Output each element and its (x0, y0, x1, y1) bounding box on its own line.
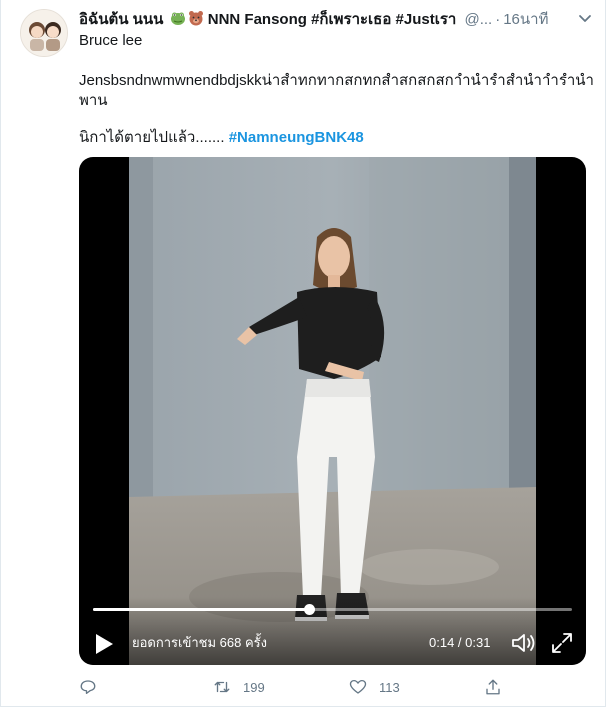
avatar[interactable] (20, 9, 68, 57)
share-icon (486, 679, 500, 695)
tweet-time[interactable]: 16นาที (503, 11, 548, 28)
progress-fill (93, 608, 309, 611)
video-frame (129, 157, 536, 665)
separator-dot: · (495, 11, 501, 28)
tweet-text-line: Jensbsndnwmwnendbdjskkน่าสำทกทากสกทกสำสก… (79, 72, 594, 89)
like-count: 113 (379, 679, 400, 695)
like-icon (349, 679, 367, 694)
progress-knob[interactable] (303, 604, 315, 615)
hashtag-link[interactable]: #NamneungBNK48 (229, 129, 364, 146)
video-player[interactable]: ยอดการเข้าชม 668 ครั้ง 0:14 / 0:31 (79, 157, 586, 665)
like-button[interactable]: 113 (349, 676, 400, 698)
fullscreen-icon[interactable] (550, 631, 574, 655)
caret-down-icon[interactable] (575, 8, 595, 28)
tweet-text-line: พาน (79, 92, 108, 109)
tweet-text-line: Bruce lee (79, 32, 143, 49)
frog-emoji-icon (170, 10, 186, 26)
tweet-text: นิกาได้ตายไปแล้ว....... (79, 129, 225, 146)
view-count: ยอดการเข้าชม 668 ครั้ง (132, 635, 267, 650)
retweet-count: 199 (243, 679, 265, 695)
video-progress-bar[interactable] (93, 604, 572, 615)
retweet-button[interactable]: 199 (213, 676, 265, 698)
tweet-header: อิฉันต้น นนน NNN Fansong #ก็เพราะเธอ #Ju… (79, 10, 595, 30)
play-icon[interactable] (94, 632, 114, 656)
tweet-text-line: นิกาได้ตายไปแล้ว....... #NamneungBNK48 (79, 128, 364, 148)
reply-icon (80, 680, 96, 695)
volume-icon[interactable] (511, 631, 537, 655)
bear-emoji-icon (188, 10, 204, 26)
reply-button[interactable] (79, 676, 109, 698)
retweet-icon (214, 681, 230, 693)
author-name[interactable]: อิฉันต้น นนน (79, 11, 163, 28)
tweet-card: อิฉันต้น นนน NNN Fansong #ก็เพราะเธอ #Ju… (0, 0, 606, 707)
author-name-rest[interactable]: NNN Fansong #ก็เพราะเธอ #Justเรา (208, 11, 457, 28)
share-button[interactable] (484, 676, 514, 698)
video-timecode: 0:14 / 0:31 (429, 635, 491, 650)
author-handle[interactable]: @... (464, 11, 492, 28)
tweet-actions: 199 113 (79, 676, 595, 698)
